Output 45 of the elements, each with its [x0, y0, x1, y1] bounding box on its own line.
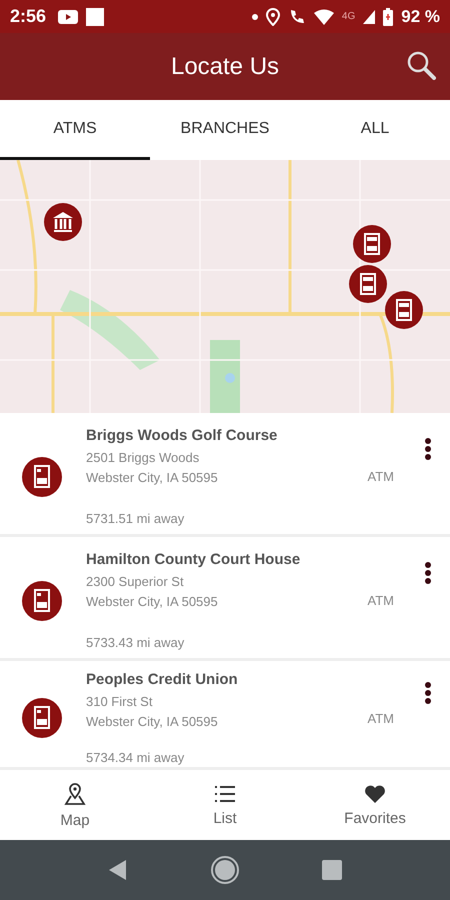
map-pin-icon [64, 782, 86, 806]
battery-icon [383, 8, 394, 26]
search-icon[interactable] [406, 50, 436, 80]
distance-text: 5733.43 mi away [86, 635, 186, 650]
address-line: 2501 Briggs Woods [86, 449, 200, 467]
atm-pin-icon[interactable] [353, 225, 391, 263]
location-name: Peoples Credit Union [86, 671, 239, 688]
location-type: ATM [368, 469, 394, 484]
wifi-icon [314, 8, 334, 24]
address-line: 310 First St [86, 693, 154, 711]
atm-pin-icon[interactable] [349, 265, 387, 303]
square-icon [86, 8, 104, 26]
address-line: Webster City, IA 50595 [86, 593, 219, 611]
back-icon[interactable] [108, 859, 128, 881]
location-card[interactable]: Briggs Woods Golf Course 2501 Briggs Woods Webster City, IA 50595 5731.51 mi away ATM [0, 413, 450, 534]
home-icon[interactable] [210, 855, 240, 885]
atm-icon [22, 456, 62, 496]
network-label: 4G [342, 11, 356, 22]
signal-icon [363, 10, 376, 24]
address-line: 2300 Superior St [86, 573, 185, 591]
more-options-icon[interactable] [424, 437, 432, 461]
location-card[interactable]: Hamilton County Court House 2300 Superior St Webster City, IA 50595 5733.43 mi away ATM [0, 537, 450, 658]
location-card[interactable]: Peoples Credit Union 310 First St Webster City, IA 50595 5734.34 mi away ATM [0, 661, 450, 767]
location-name: Briggs Woods Golf Course [86, 427, 278, 444]
location-icon [266, 8, 280, 26]
distance-text: 5734.34 mi away [86, 750, 186, 765]
more-options-icon[interactable] [424, 681, 432, 705]
address-line: Webster City, IA 50595 [86, 713, 219, 731]
video-app-icon [58, 10, 78, 24]
address-line: Webster City, IA 50595 [86, 469, 219, 487]
atm-pin-icon[interactable] [385, 291, 423, 329]
heart-icon [364, 784, 386, 804]
location-type: ATM [368, 710, 394, 726]
bank-pin-icon[interactable] [44, 203, 82, 241]
list-icon [214, 784, 236, 804]
atm-icon [22, 698, 62, 738]
status-time: 2:56 [10, 6, 46, 27]
dot-icon [252, 14, 258, 20]
battery-percent: 92 % [401, 6, 440, 26]
page-title: Locate Us [170, 52, 280, 80]
location-name: Hamilton County Court House [86, 551, 302, 568]
more-options-icon[interactable] [424, 561, 432, 585]
atm-icon [22, 580, 62, 620]
distance-text: 5731.51 mi away [86, 511, 186, 526]
location-type: ATM [368, 593, 394, 608]
